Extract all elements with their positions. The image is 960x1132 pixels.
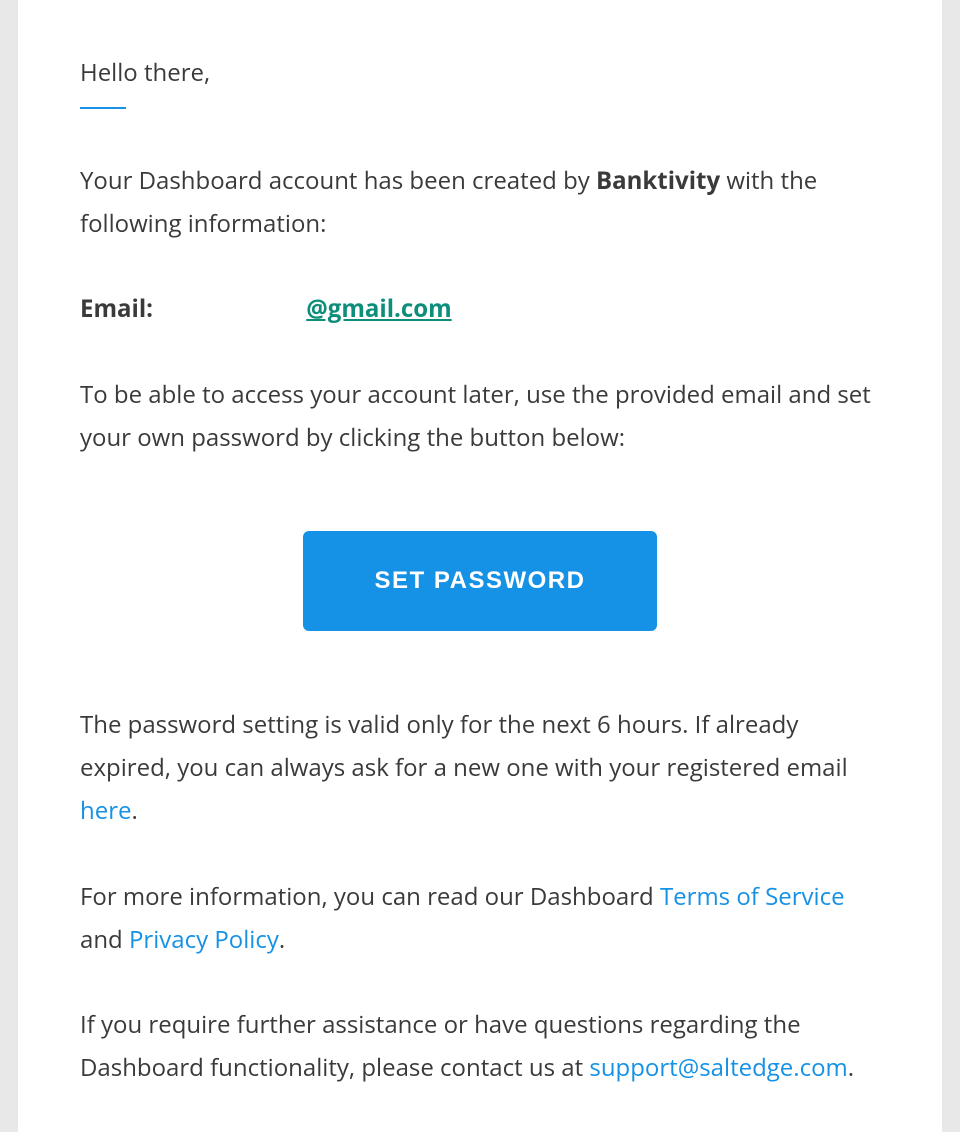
support-email-link[interactable]: support@saltedge.com xyxy=(589,1051,847,1084)
more-info-paragraph: For more information, you can read our D… xyxy=(80,875,880,961)
expiry-after: . xyxy=(131,794,137,827)
email-value-link[interactable]: @gmail.com xyxy=(306,292,451,325)
more-info-middle: and xyxy=(80,923,129,956)
email-label: Email: xyxy=(80,287,300,330)
expiry-before: The password setting is valid only for t… xyxy=(80,708,848,784)
button-container: SET PASSWORD xyxy=(80,531,880,631)
expiry-paragraph: The password setting is valid only for t… xyxy=(80,703,880,833)
instructions-paragraph: To be able to access your account later,… xyxy=(80,373,880,459)
privacy-policy-link[interactable]: Privacy Policy xyxy=(129,923,279,956)
set-password-button[interactable]: SET PASSWORD xyxy=(303,531,658,631)
greeting-text: Hello there, xyxy=(80,56,880,89)
email-card: Hello there, Your Dashboard account has … xyxy=(18,0,942,1132)
assistance-after: . xyxy=(848,1051,854,1084)
email-row: Email: @gmail.com xyxy=(80,287,880,330)
terms-of-service-link[interactable]: Terms of Service xyxy=(660,880,845,913)
intro-paragraph: Your Dashboard account has been created … xyxy=(80,159,880,245)
company-name: Banktivity xyxy=(596,164,720,197)
page-background: Hello there, Your Dashboard account has … xyxy=(0,0,960,1132)
more-info-before: For more information, you can read our D… xyxy=(80,880,660,913)
assistance-paragraph: If you require further assistance or hav… xyxy=(80,1003,880,1089)
more-info-after: . xyxy=(279,923,285,956)
intro-before: Your Dashboard account has been created … xyxy=(80,164,596,197)
greeting-underline xyxy=(80,107,126,109)
here-link[interactable]: here xyxy=(80,794,131,827)
